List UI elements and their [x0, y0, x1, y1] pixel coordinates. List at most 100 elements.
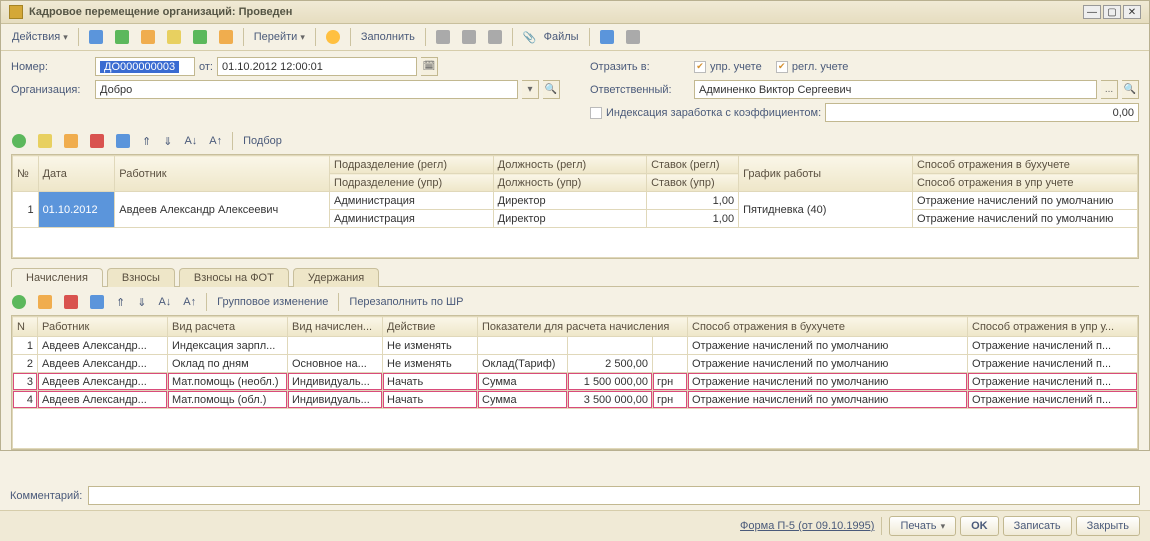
titlebar: Кадровое перемещение организаций: Провед…	[1, 1, 1149, 24]
g1-h-podr-upr[interactable]: Подразделение (упр)	[330, 174, 494, 192]
g1-h-worker[interactable]: Работник	[115, 156, 330, 192]
org-dropdown-button[interactable]: ▾	[522, 80, 539, 99]
regl-checkbox[interactable]: ✔	[776, 61, 788, 73]
g1-h-stavok-upr[interactable]: Ставок (упр)	[647, 174, 739, 192]
g2-h-worker[interactable]: Работник	[38, 317, 168, 337]
resp-choose-button[interactable]: ...	[1101, 80, 1118, 99]
minimize-button[interactable]: —	[1083, 5, 1101, 19]
grid-accruals[interactable]: N Работник Вид расчета Вид начислен... Д…	[11, 315, 1139, 450]
g2-h-vn[interactable]: Вид начислен...	[288, 317, 383, 337]
comment-input[interactable]	[88, 486, 1140, 505]
tab-fot[interactable]: Взносы на ФОТ	[179, 268, 289, 287]
date-input[interactable]: 01.10.2012 12:00:01	[217, 57, 417, 76]
window-icon	[9, 5, 23, 19]
g2-h-pokaz[interactable]: Показатели для расчета начисления	[478, 317, 688, 337]
org-search-button[interactable]: 🔍	[543, 80, 560, 99]
tb-icon-4[interactable]	[162, 27, 186, 47]
tb-icon-9[interactable]	[483, 27, 507, 47]
g2-h-act[interactable]: Действие	[383, 317, 478, 337]
table-row[interactable]: 1Авдеев Александр...Индексация зарпл...Н…	[13, 337, 1138, 355]
g2-delete-icon[interactable]	[59, 292, 83, 312]
date-picker-button[interactable]: 🗓	[421, 57, 438, 76]
g1-podbor-button[interactable]: Подбор	[238, 132, 287, 150]
form-link[interactable]: Форма П-5 (от 09.10.1995)	[740, 520, 874, 532]
g1-h-podr-regl[interactable]: Подразделение (регл)	[330, 156, 494, 174]
fill-button[interactable]: Заполнить	[356, 28, 420, 46]
files-button[interactable]: 📎 Файлы	[518, 28, 584, 47]
table-row[interactable]: 2Авдеев Александр...Оклад по днямОсновно…	[13, 355, 1138, 373]
g1-h-stavok-regl[interactable]: Ставок (регл)	[647, 156, 739, 174]
g1-h-buh[interactable]: Способ отражения в бухучете	[912, 156, 1137, 174]
g1-clone-icon[interactable]	[33, 131, 57, 151]
g2-add-icon[interactable]	[7, 292, 31, 312]
index-label: Индексация заработка с коэффициентом:	[606, 107, 821, 119]
g2-h-buh[interactable]: Способ отражения в бухучете	[688, 317, 968, 337]
reflect-label: Отразить в:	[590, 61, 690, 73]
g2-h-upr[interactable]: Способ отражения в упр у...	[968, 317, 1138, 337]
bottom-bar: Форма П-5 (от 09.10.1995) Печать ▾ OK За…	[0, 510, 1150, 541]
resp-search-button[interactable]: 🔍	[1122, 80, 1139, 99]
ok-button[interactable]: OK	[960, 516, 999, 536]
tb-icon-6[interactable]	[214, 27, 238, 47]
g2-h-vr[interactable]: Вид расчета	[168, 317, 288, 337]
tb-icon-11[interactable]	[621, 27, 645, 47]
actions-menu[interactable]: Действия▾	[7, 28, 73, 46]
g2-edit-icon[interactable]	[33, 292, 57, 312]
g1-refresh-icon[interactable]	[111, 131, 135, 151]
tb-icon-8[interactable]	[457, 27, 481, 47]
table-row[interactable]: 1 01.10.2012 Авдеев Александр Алексеевич…	[13, 192, 1138, 210]
resp-label: Ответственный:	[590, 84, 690, 96]
grid-employees[interactable]: № Дата Работник Подразделение (регл) Дол…	[11, 154, 1139, 259]
g1-h-upr[interactable]: Способ отражения в упр учете	[912, 174, 1137, 192]
g2-refill-button[interactable]: Перезаполнить по ШР	[344, 293, 468, 311]
g1-down-icon[interactable]: ⇓	[158, 132, 177, 151]
g2-group-button[interactable]: Групповое изменение	[212, 293, 333, 311]
g2-down-icon[interactable]: ⇓	[132, 293, 151, 312]
g1-h-dolzh-regl[interactable]: Должность (регл)	[493, 156, 646, 174]
g1-sort-desc-icon[interactable]: A↑	[204, 132, 227, 150]
org-label: Организация:	[11, 84, 91, 96]
main-toolbar: Действия▾ Перейти▾ Заполнить 📎 Файлы	[1, 24, 1149, 51]
index-checkbox[interactable]	[590, 107, 602, 119]
g1-sort-asc-icon[interactable]: A↓	[179, 132, 202, 150]
g1-delete-icon[interactable]	[85, 131, 109, 151]
g1-h-date[interactable]: Дата	[38, 156, 115, 192]
tb-icon-5[interactable]	[188, 27, 212, 47]
tab-accruals[interactable]: Начисления	[11, 268, 103, 287]
g2-sort-asc-icon[interactable]: A↓	[153, 293, 176, 311]
close-button-bottom[interactable]: Закрыть	[1076, 516, 1140, 536]
grid2-toolbar: ⇑ ⇓ A↓ A↑ Групповое изменение Перезаполн…	[1, 289, 1149, 315]
g1-h-dolzh-upr[interactable]: Должность (упр)	[493, 174, 646, 192]
g2-h-n[interactable]: N	[13, 317, 38, 337]
g2-refresh-icon[interactable]	[85, 292, 109, 312]
g2-up-icon[interactable]: ⇑	[111, 293, 130, 312]
upr-checkbox[interactable]: ✔	[694, 61, 706, 73]
g2-sort-desc-icon[interactable]: A↑	[178, 293, 201, 311]
table-row[interactable]: 4Авдеев Александр...Мат.помощь (обл.)Инд…	[13, 391, 1138, 409]
tb-icon-2[interactable]	[110, 27, 134, 47]
tb-icon-10[interactable]	[595, 27, 619, 47]
save-button[interactable]: Записать	[1003, 516, 1072, 536]
tab-contributions[interactable]: Взносы	[107, 268, 175, 287]
tab-deductions[interactable]: Удержания	[293, 268, 379, 287]
g1-h-grafik[interactable]: График работы	[739, 156, 913, 192]
g1-edit-icon[interactable]	[59, 131, 83, 151]
g1-up-icon[interactable]: ⇑	[137, 132, 156, 151]
tb-icon-3[interactable]	[136, 27, 160, 47]
tabs: Начисления Взносы Взносы на ФОТ Удержани…	[11, 267, 1139, 287]
help-icon[interactable]	[321, 27, 345, 47]
tb-icon-1[interactable]	[84, 27, 108, 47]
maximize-button[interactable]: ▢	[1103, 5, 1121, 19]
number-label: Номер:	[11, 61, 91, 73]
g1-h-n[interactable]: №	[13, 156, 39, 192]
close-button[interactable]: ✕	[1123, 5, 1141, 19]
org-input[interactable]: Добро	[95, 80, 518, 99]
g1-add-icon[interactable]	[7, 131, 31, 151]
resp-input[interactable]: Админенко Виктор Сергеевич	[694, 80, 1097, 99]
go-menu[interactable]: Перейти▾	[249, 28, 310, 46]
print-button[interactable]: Печать ▾	[889, 516, 956, 536]
tb-icon-7[interactable]	[431, 27, 455, 47]
number-input[interactable]: ДО000000003	[95, 57, 195, 76]
index-input[interactable]: 0,00	[825, 103, 1139, 122]
table-row[interactable]: 3Авдеев Александр...Мат.помощь (необл.)И…	[13, 373, 1138, 391]
